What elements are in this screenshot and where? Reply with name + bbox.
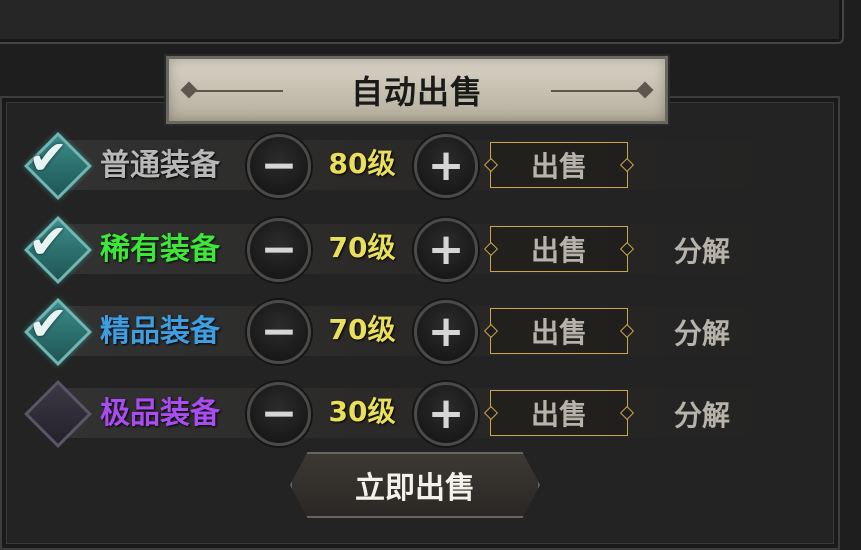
ornament-left-line [193, 90, 283, 92]
category-label: 普通装备 [100, 148, 220, 183]
minus-icon: − [260, 140, 298, 191]
top-panel [0, 0, 844, 44]
minus-icon: − [260, 388, 298, 439]
plus-icon: + [427, 306, 465, 357]
sell-toggle-button[interactable]: 出售 [490, 142, 628, 188]
decrease-level-button[interactable]: − [247, 134, 311, 198]
checkmark-icon: ✔ [28, 130, 69, 186]
sell-toggle-button[interactable]: 出售 [490, 390, 628, 436]
minus-icon: − [260, 306, 298, 357]
increase-level-button[interactable]: + [414, 382, 478, 446]
diamond-frame-icon [24, 380, 92, 448]
plus-icon: + [427, 388, 465, 439]
equipment-row: 极品装备 − 30级 + 出售 分解 [0, 376, 800, 448]
minus-icon: − [260, 224, 298, 275]
category-checkbox[interactable]: ✔ [24, 130, 92, 200]
equipment-row: ✔ 稀有装备 − 70级 + 出售 分解 [0, 212, 800, 284]
level-value: 80级 [328, 147, 396, 180]
checkmark-icon: ✔ [28, 214, 69, 270]
increase-level-button[interactable]: + [414, 218, 478, 282]
category-checkbox[interactable]: ✔ [24, 296, 92, 366]
category-label: 稀有装备 [100, 232, 220, 267]
decrease-level-button[interactable]: − [247, 300, 311, 364]
category-label: 精品装备 [100, 314, 220, 349]
level-value: 30级 [328, 395, 396, 428]
sell-toggle-button[interactable]: 出售 [490, 226, 628, 272]
sell-now-button[interactable]: 立即出售 [290, 452, 540, 518]
plus-icon: + [427, 224, 465, 275]
category-checkbox[interactable] [24, 380, 92, 448]
decrease-level-button[interactable]: − [247, 382, 311, 446]
dismantle-toggle[interactable]: 分解 [674, 394, 730, 434]
sell-toggle-button[interactable]: 出售 [490, 308, 628, 354]
category-label: 极品装备 [100, 396, 220, 431]
level-value: 70级 [328, 231, 396, 264]
dismantle-toggle[interactable]: 分解 [674, 230, 730, 270]
equipment-row: ✔ 精品装备 − 70级 + 出售 分解 [0, 294, 800, 366]
ornament-right-line [551, 90, 641, 92]
level-value: 70级 [328, 313, 396, 346]
decrease-level-button[interactable]: − [247, 218, 311, 282]
category-checkbox[interactable]: ✔ [24, 214, 92, 284]
dismantle-toggle[interactable]: 分解 [674, 312, 730, 352]
panel-title-plate: 自动出售 [166, 56, 668, 124]
equipment-row: ✔ 普通装备 − 80级 + 出售 [0, 128, 800, 200]
increase-level-button[interactable]: + [414, 300, 478, 364]
plus-icon: + [427, 140, 465, 191]
panel-title: 自动出售 [350, 73, 483, 111]
checkmark-icon: ✔ [28, 296, 69, 352]
ornament-right-icon [636, 81, 654, 99]
increase-level-button[interactable]: + [414, 134, 478, 198]
